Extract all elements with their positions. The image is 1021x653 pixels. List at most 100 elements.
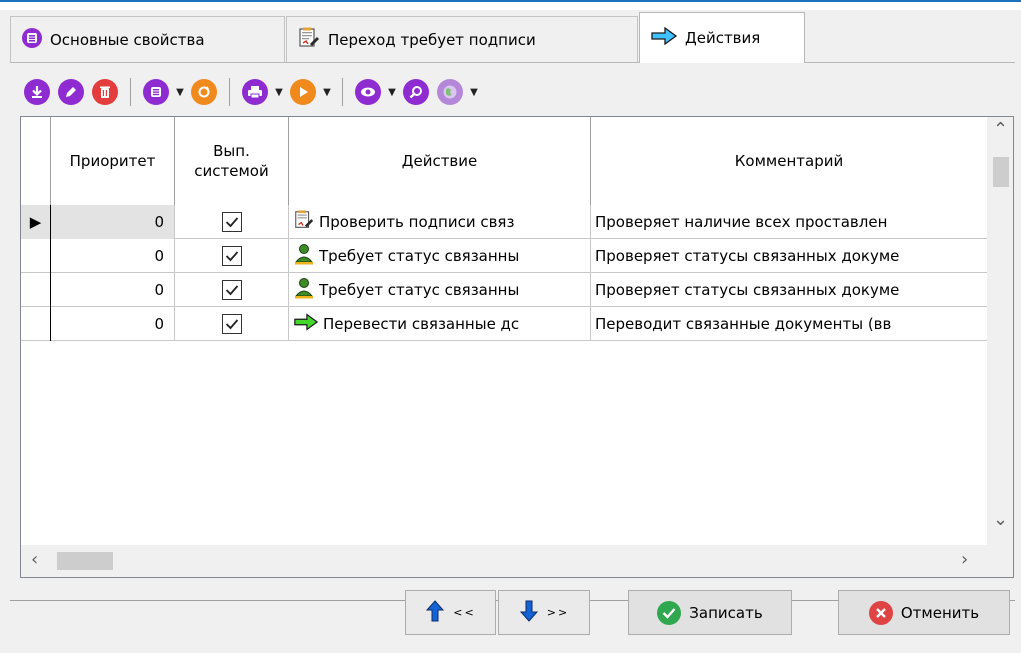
globe-button[interactable] <box>433 75 467 109</box>
refresh-button[interactable] <box>187 75 221 109</box>
action-cell[interactable]: Перевести связанные дс <box>289 307 591 341</box>
globe-dropdown-icon[interactable]: ▼ <box>467 87 481 98</box>
checkmark-icon <box>657 600 682 625</box>
action-cell[interactable]: Требует статус связанны <box>289 273 591 307</box>
view-icon <box>355 79 381 105</box>
save-button[interactable]: Записать <box>628 590 792 635</box>
cancel-button[interactable]: Отменить <box>838 590 1010 635</box>
document-sign-icon <box>293 209 315 235</box>
scroll-right-icon[interactable]: › <box>961 549 968 570</box>
system-checkbox[interactable] <box>221 280 242 300</box>
table-row[interactable]: ▶ 0 Проверить подписи связ Проверяет нал… <box>21 205 987 239</box>
system-cell[interactable] <box>175 205 289 239</box>
search-icon <box>403 79 429 105</box>
system-cell[interactable] <box>175 307 289 341</box>
user-icon <box>293 277 315 303</box>
priority-cell[interactable]: 0 <box>51 239 175 273</box>
column-header-comment[interactable]: Комментарий <box>591 117 987 205</box>
tab-divider <box>10 62 1015 63</box>
print-button[interactable] <box>238 75 272 109</box>
delete-icon <box>92 79 118 105</box>
toolbar-separator <box>342 78 343 106</box>
move-down-label: >> <box>546 606 570 619</box>
comment-cell[interactable]: Проверяет статусы связанных докуме <box>591 273 987 307</box>
system-checkbox[interactable] <box>221 212 242 232</box>
run-button[interactable] <box>286 75 320 109</box>
comment-cell[interactable]: Проверяет статусы связанных докуме <box>591 239 987 273</box>
comment-cell[interactable]: Проверяет наличие всех проставлен <box>591 205 987 239</box>
play-icon <box>290 79 316 105</box>
column-header-system[interactable]: Вып. системой <box>175 117 289 205</box>
scroll-left-icon[interactable]: ‹ <box>31 549 38 570</box>
list-dropdown-icon[interactable]: ▼ <box>173 87 187 98</box>
user-icon <box>293 243 315 269</box>
toolbar: ▼ ▼ ▼ ▼ ▼ <box>20 72 1010 112</box>
grid-header: Приоритет Вып. системой Действие Коммент… <box>21 117 987 205</box>
tab-label: Действия <box>685 29 761 47</box>
action-text: Перевести связанные дс <box>323 315 520 333</box>
grid-body: Приоритет Вып. системой Действие Коммент… <box>21 117 987 545</box>
scroll-down-icon[interactable]: ⌄ <box>993 509 1008 530</box>
list-icon <box>143 79 169 105</box>
add-icon <box>24 79 50 105</box>
toolbar-separator <box>229 78 230 106</box>
action-text: Проверить подписи связ <box>319 213 515 231</box>
system-cell[interactable] <box>175 273 289 307</box>
column-header-line: системой <box>194 162 269 180</box>
print-dropdown-icon[interactable]: ▼ <box>272 87 286 98</box>
view-dropdown-icon[interactable]: ▼ <box>385 87 399 98</box>
move-down-button[interactable]: >> <box>498 590 590 635</box>
globe-icon <box>437 79 463 105</box>
arrow-right-icon <box>293 312 319 336</box>
system-checkbox[interactable] <box>221 246 242 266</box>
tab-actions[interactable]: Действия <box>639 12 805 63</box>
row-selector-icon[interactable]: ▶ <box>21 205 51 239</box>
action-cell[interactable]: Требует статус связанны <box>289 239 591 273</box>
list-icon <box>21 27 43 53</box>
priority-cell[interactable]: 0 <box>51 307 175 341</box>
run-dropdown-icon[interactable]: ▼ <box>320 87 334 98</box>
search-button[interactable] <box>399 75 433 109</box>
row-header-corner <box>21 117 51 205</box>
arrow-down-icon <box>519 599 539 627</box>
document-sign-icon <box>297 26 321 54</box>
column-header-action[interactable]: Действие <box>289 117 591 205</box>
vertical-scroll-thumb[interactable] <box>993 157 1009 187</box>
move-up-button[interactable]: << <box>405 590 496 635</box>
view-button[interactable] <box>351 75 385 109</box>
table-row[interactable]: 0 Требует статус связанны Проверяет стат… <box>21 273 987 307</box>
refresh-icon <box>191 79 217 105</box>
table-row[interactable]: 0 Перевести связанные дс Переводит связа… <box>21 307 987 341</box>
action-text: Требует статус связанны <box>319 247 520 265</box>
cancel-label: Отменить <box>900 603 980 622</box>
row-selector[interactable] <box>21 273 51 307</box>
list-button[interactable] <box>139 75 173 109</box>
comment-cell[interactable]: Переводит связанные документы (вв <box>591 307 987 341</box>
priority-cell[interactable]: 0 <box>51 205 175 239</box>
action-cell[interactable]: Проверить подписи связ <box>289 205 591 239</box>
table-row[interactable]: 0 Требует статус связанны Проверяет стат… <box>21 239 987 273</box>
toolbar-separator <box>130 78 131 106</box>
row-selector[interactable] <box>21 307 51 341</box>
horizontal-scrollbar[interactable]: ‹ › <box>21 545 1013 577</box>
delete-button[interactable] <box>88 75 122 109</box>
system-checkbox[interactable] <box>221 314 242 334</box>
window-top-edge <box>0 0 1021 10</box>
system-cell[interactable] <box>175 239 289 273</box>
tab-label: Основные свойства <box>50 30 205 49</box>
vertical-scrollbar[interactable]: ⌃ ⌄ <box>987 117 1013 545</box>
print-icon <box>242 79 268 105</box>
row-selector[interactable] <box>21 239 51 273</box>
actions-grid: Приоритет Вып. системой Действие Коммент… <box>20 116 1014 578</box>
tab-strip: Основные свойства Переход требует подпис… <box>10 12 1015 63</box>
scroll-up-icon[interactable]: ⌃ <box>993 119 1008 140</box>
tab-main-properties[interactable]: Основные свойства <box>10 16 285 62</box>
horizontal-scroll-thumb[interactable] <box>57 552 113 570</box>
edit-icon <box>58 79 84 105</box>
priority-cell[interactable]: 0 <box>51 273 175 307</box>
edit-button[interactable] <box>54 75 88 109</box>
column-header-priority[interactable]: Приоритет <box>51 117 175 205</box>
tab-signature-required[interactable]: Переход требует подписи <box>286 16 638 62</box>
add-button[interactable] <box>20 75 54 109</box>
tab-label: Переход требует подписи <box>328 30 536 49</box>
